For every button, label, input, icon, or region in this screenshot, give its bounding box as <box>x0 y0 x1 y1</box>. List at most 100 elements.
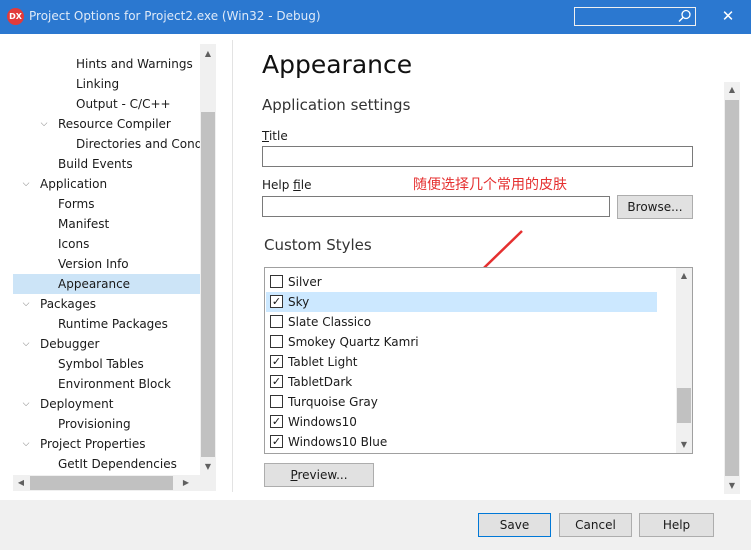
style-list-item[interactable]: ✓ Sky <box>266 292 657 312</box>
chevron-down-icon[interactable]: ⌵ <box>19 334 33 354</box>
style-item-label: Smokey Quartz Kamri <box>288 335 419 349</box>
checkbox-unchecked-icon[interactable] <box>270 335 283 348</box>
custom-styles-title: Custom Styles <box>264 236 372 254</box>
style-list-item[interactable]: Slate Classico <box>266 312 657 332</box>
tree-item-label: Directories and Conditionals <box>76 137 216 151</box>
style-item-label: Windows10 <box>288 415 357 429</box>
checkbox-unchecked-icon[interactable] <box>270 275 283 288</box>
tree-item[interactable]: Environment Block <box>13 374 203 394</box>
checkbox-checked-icon[interactable]: ✓ <box>270 435 283 448</box>
style-list-item[interactable]: ✓ Windows10 <box>266 412 657 432</box>
help-button[interactable]: Help <box>639 513 714 537</box>
tree-item[interactable]: Build Events <box>13 154 203 174</box>
scroll-up-icon[interactable]: ▲ <box>724 82 740 98</box>
checkbox-checked-icon[interactable]: ✓ <box>270 415 283 428</box>
checkbox-unchecked-icon[interactable] <box>270 395 283 408</box>
annotation-text: 随便选择几个常用的皮肤 <box>413 177 567 193</box>
scroll-right-icon[interactable]: ▶ <box>178 475 194 491</box>
search-input[interactable] <box>574 7 696 26</box>
tree-item[interactable]: ⌵ Resource Compiler <box>13 114 203 134</box>
tree-vertical-scrollbar[interactable]: ▲ ▼ <box>200 44 216 475</box>
cancel-button[interactable]: Cancel <box>559 513 632 537</box>
tree-item[interactable]: ⌵ Debugger <box>13 334 203 354</box>
tree-item[interactable]: GetIt Dependencies <box>13 454 203 474</box>
scroll-left-icon[interactable]: ◀ <box>13 475 29 491</box>
page-scroll-thumb[interactable] <box>725 100 739 476</box>
app-logo-icon: DX <box>7 8 24 25</box>
help-file-input[interactable] <box>262 196 610 217</box>
tree-item[interactable]: Version Info <box>13 254 203 274</box>
chevron-down-icon[interactable]: ⌵ <box>19 294 33 314</box>
close-button[interactable]: ✕ <box>713 5 743 27</box>
search-icon[interactable] <box>678 9 692 23</box>
style-list-item[interactable]: Smokey Quartz Kamri <box>266 332 657 352</box>
style-list-item[interactable]: Silver <box>266 272 657 292</box>
tree-item-label: Symbol Tables <box>58 357 144 371</box>
tree-item[interactable]: Icons <box>13 234 203 254</box>
style-list-item[interactable]: ✓ TabletDark <box>266 372 657 392</box>
save-button[interactable]: Save <box>478 513 551 537</box>
preview-button[interactable]: Preview... <box>264 463 374 487</box>
styles-list-scrollbar[interactable]: ▲ ▼ <box>676 268 692 453</box>
scroll-down-icon[interactable]: ▼ <box>724 478 740 494</box>
tree-item[interactable]: ⌵ Application <box>13 174 203 194</box>
help-file-label-pre: Help <box>262 178 294 192</box>
window-title: Project Options for Project2.exe (Win32 … <box>29 9 321 23</box>
style-item-label: TabletDark <box>288 375 353 389</box>
chevron-down-icon[interactable]: ⌵ <box>19 174 33 194</box>
title-label-accel: T <box>262 129 269 143</box>
tree-horizontal-scrollbar[interactable]: ◀ ▶ <box>13 475 200 491</box>
tree-item[interactable]: Forms <box>13 194 203 214</box>
tree-item[interactable]: Manifest <box>13 214 203 234</box>
tree-item[interactable]: Linking <box>13 74 203 94</box>
checkbox-checked-icon[interactable]: ✓ <box>270 355 283 368</box>
page-title: Appearance <box>262 50 413 79</box>
tree-item[interactable]: Output - C/C++ <box>13 94 203 114</box>
tree-item[interactable]: Hints and Warnings <box>13 54 203 74</box>
panel-splitter[interactable] <box>232 40 233 492</box>
tree-item-label: Hints and Warnings <box>76 57 193 71</box>
scroll-down-icon[interactable]: ▼ <box>676 437 692 453</box>
chevron-down-icon[interactable]: ⌵ <box>37 114 51 134</box>
tree-item[interactable]: Runtime Packages <box>13 314 203 334</box>
checkbox-checked-icon[interactable]: ✓ <box>270 375 283 388</box>
tree-item[interactable]: Provisioning <box>13 414 203 434</box>
page-vertical-scrollbar[interactable]: ▲ ▼ <box>724 82 740 494</box>
browse-button[interactable]: Browse... <box>617 195 693 219</box>
checkbox-unchecked-icon[interactable] <box>270 315 283 328</box>
tree-item-label: Icons <box>58 237 90 251</box>
chevron-down-icon[interactable]: ⌵ <box>19 394 33 414</box>
tree-item[interactable]: Symbol Tables <box>13 354 203 374</box>
preview-label-accel: P <box>290 468 298 482</box>
scroll-corner <box>200 475 216 491</box>
style-item-label: Windows10 Blue <box>288 435 388 449</box>
style-list-item[interactable]: Turquoise Gray <box>266 392 657 412</box>
tree-item[interactable]: ⌵ Project Properties <box>13 434 203 454</box>
title-input[interactable] <box>262 146 693 167</box>
checkbox-checked-icon[interactable]: ✓ <box>270 295 283 308</box>
tree-item[interactable]: ⌵ Deployment <box>13 394 203 414</box>
custom-styles-list[interactable]: Silver ✓ Sky Slate Classico Smokey Quartz Ka… <box>264 267 693 454</box>
chevron-down-icon[interactable]: ⌵ <box>19 434 33 454</box>
tree-item[interactable]: Directories and Conditionals <box>13 134 216 154</box>
tree-hscroll-thumb[interactable] <box>30 476 173 490</box>
tree-item-label: Environment Block <box>58 377 171 391</box>
tree-item-label: Output - C/C++ <box>76 97 171 111</box>
tree-item[interactable]: ⌵ Packages <box>13 294 203 314</box>
scroll-up-icon[interactable]: ▲ <box>676 268 692 284</box>
styles-scroll-thumb[interactable] <box>677 388 691 423</box>
style-item-label: Slate Classico <box>288 315 372 329</box>
tree-item[interactable]: Appearance <box>13 274 200 294</box>
tree-item-label: Linking <box>76 77 120 91</box>
title-label: Title <box>262 129 288 143</box>
help-file-label-post: ile <box>300 178 312 192</box>
style-list-item[interactable]: ✓ Tablet Light <box>266 352 657 372</box>
scroll-up-icon[interactable]: ▲ <box>200 46 216 62</box>
title-label-rest: itle <box>268 129 288 143</box>
style-list-item[interactable]: ✓ Windows10 Blue <box>266 432 657 452</box>
tree-item-label: Packages <box>40 297 96 311</box>
tree-scroll-thumb[interactable] <box>201 112 215 457</box>
tree-item-label: Version Info <box>58 257 129 271</box>
scroll-down-icon[interactable]: ▼ <box>200 459 216 475</box>
options-tree[interactable]: Hints and Warnings Linking Output - C/C++ ⌵… <box>13 44 216 491</box>
